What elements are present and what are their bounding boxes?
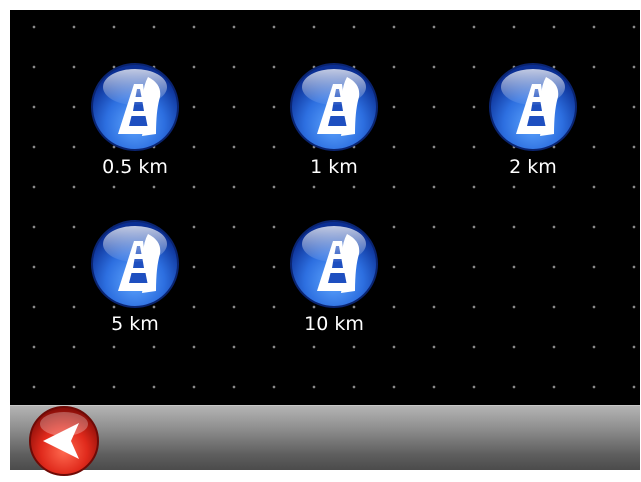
back-button[interactable] (27, 404, 101, 478)
distance-selection-screen: 0.5 km 1 km 2 km 5 km 10 km (10, 10, 640, 470)
distance-option-1km[interactable]: 1 km (279, 62, 389, 182)
road-icon (488, 62, 578, 152)
distance-option-label: 2 km (478, 156, 588, 178)
distance-option-label: 5 km (80, 313, 190, 335)
road-icon (90, 62, 180, 152)
road-icon (90, 219, 180, 309)
distance-option-10km[interactable]: 10 km (279, 219, 389, 339)
back-arrow-icon (29, 406, 99, 476)
distance-option-label: 1 km (279, 156, 389, 178)
road-icon (289, 219, 379, 309)
distance-option-0-5km[interactable]: 0.5 km (80, 62, 190, 182)
distance-option-label: 0.5 km (80, 156, 190, 178)
distance-option-label: 10 km (279, 313, 389, 335)
distance-option-5km[interactable]: 5 km (80, 219, 190, 339)
road-icon (289, 62, 379, 152)
distance-option-2km[interactable]: 2 km (478, 62, 588, 182)
bottom-toolbar (10, 405, 640, 470)
